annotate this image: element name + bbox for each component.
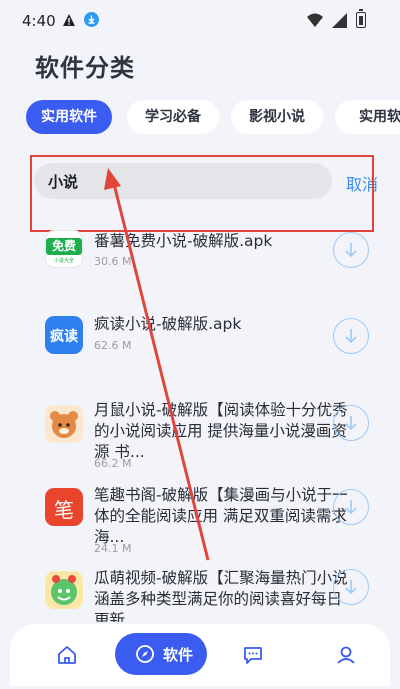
app-title: 月鼠小说-破解版【阅读体验十分优秀的小说阅读应用 提供海量小说漫画资源 书... — [94, 401, 348, 461]
nav-software-button[interactable]: 软件 — [115, 633, 207, 675]
tab-study-essentials[interactable]: 学习必备 — [127, 100, 219, 134]
app-list: 免费 小说大全 番薯免费小说-破解版.apk 30.6 M 疯读 疯读小说-破解… — [0, 222, 400, 622]
download-button[interactable] — [333, 318, 369, 354]
download-arrow-icon — [345, 243, 357, 258]
download-button[interactable] — [333, 489, 369, 525]
list-item[interactable]: 免费 小说大全 番薯免费小说-破解版.apk 30.6 M — [0, 222, 400, 292]
app-title: 瓜萌视频-破解版【汇聚海量热门小说涵盖多种类型满足你的阅读喜好每日更新... — [94, 569, 348, 622]
app-size: 66.2 M — [94, 457, 132, 470]
list-item[interactable]: 疯读 疯读小说-破解版.apk 62.6 M — [0, 310, 400, 380]
wifi-icon — [307, 13, 323, 27]
tab-practical-software[interactable]: 实用软件 — [26, 100, 112, 134]
list-item[interactable]: 月鼠小说-破解版【阅读体验十分优秀的小说阅读应用 提供海量小说漫画资源 书...… — [0, 397, 400, 475]
fengdu-app-icon: 疯读 — [45, 316, 83, 354]
download-button[interactable] — [333, 405, 369, 441]
app-title: 番薯免费小说-破解版.apk — [94, 232, 273, 250]
app-title: 疯读小说-破解版.apk — [94, 315, 242, 333]
list-item[interactable]: 笔 笔趣书阁-破解版【集漫画与小说于一体的全能阅读应用 满足双重阅读需求 海..… — [0, 481, 400, 559]
tab-practical-software-2[interactable]: 实用软 — [335, 100, 400, 134]
guameng-app-icon — [45, 571, 83, 609]
profile-icon[interactable] — [335, 644, 357, 666]
download-button[interactable] — [333, 232, 369, 268]
download-arrow-icon — [345, 580, 357, 595]
bottom-nav: 软件 — [10, 624, 390, 686]
yueshu-app-icon — [45, 405, 83, 443]
download-arrow-icon — [345, 416, 357, 431]
page-title: 软件分类 — [35, 54, 135, 82]
category-tabs: 实用软件 学习必备 影视小说 实用软 — [26, 100, 400, 134]
annotation-highlight-box — [30, 155, 374, 232]
app-title: 笔趣书阁-破解版【集漫画与小说于一体的全能阅读应用 满足双重阅读需求 海... — [94, 486, 348, 546]
warning-icon — [63, 14, 75, 26]
battery-icon — [356, 9, 366, 28]
app-size: 24.1 M — [94, 542, 132, 555]
biqu-app-icon: 笔 — [45, 488, 83, 526]
download-arrow-icon — [345, 329, 357, 344]
download-status-icon — [84, 12, 99, 27]
status-bar: 4:40 — [0, 0, 400, 40]
home-icon[interactable] — [56, 644, 78, 666]
download-button[interactable] — [333, 569, 369, 605]
app-size: 30.6 M — [94, 255, 132, 268]
list-item[interactable]: 瓜萌视频-破解版【汇聚海量热门小说涵盖多种类型满足你的阅读喜好每日更新... — [0, 563, 400, 622]
chat-icon[interactable] — [242, 644, 264, 666]
nav-software-label: 软件 — [163, 646, 194, 664]
fanshu-app-icon: 免费 小说大全 — [45, 230, 83, 268]
status-icons — [306, 9, 378, 30]
app-size: 62.6 M — [94, 339, 132, 352]
status-time: 4:40 — [22, 12, 56, 30]
compass-icon — [136, 645, 154, 663]
cellular-signal-icon — [332, 13, 347, 28]
download-arrow-icon — [345, 500, 357, 515]
tab-film-novel[interactable]: 影视小说 — [231, 100, 323, 134]
